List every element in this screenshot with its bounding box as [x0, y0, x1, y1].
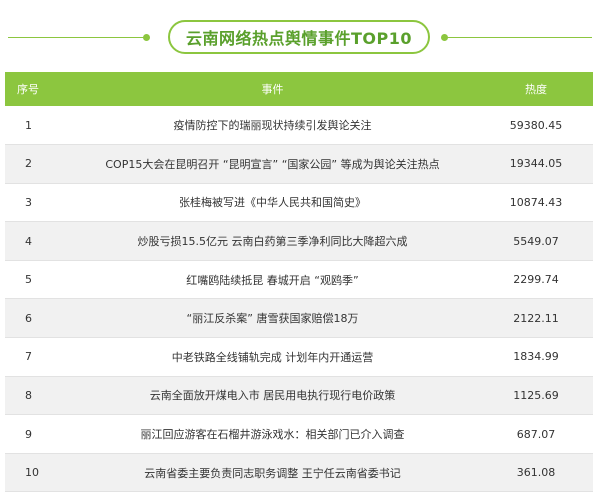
table-header-row: 序号 事件 热度: [5, 72, 593, 106]
column-header-event: 事件: [261, 83, 284, 96]
row-heat: 5549.07: [513, 234, 559, 248]
row-heat: 19344.05: [509, 157, 563, 171]
row-event: “丽江反杀案” 唐雪获国家赔偿18万: [186, 312, 359, 326]
row-no: 9: [25, 427, 32, 441]
title-divider-right: [444, 37, 592, 38]
row-heat: 10874.43: [509, 195, 563, 209]
table-row: 3 张桂梅被写进《中华人民共和国简史》 10874.43: [5, 183, 593, 222]
row-heat: 687.07: [516, 427, 556, 441]
row-event: 云南省委主要负责同志职务调整 王宁任云南省委书记: [144, 466, 401, 480]
row-event: COP15大会在昆明召开 “昆明宣言” “国家公园” 等成为舆论关注热点: [105, 157, 440, 171]
table-row: 7 中老铁路全线铺轨完成 计划年内开通运营 1834.99: [5, 337, 593, 377]
row-heat: 1125.69: [513, 388, 559, 402]
row-event: 中老铁路全线铺轨完成 计划年内开通运营: [171, 350, 374, 364]
title-bar: 云南网络热点舆情事件TOP10: [0, 0, 600, 72]
table-row: 6 “丽江反杀案” 唐雪获国家赔偿18万 2122.11: [5, 298, 593, 338]
row-event: 丽江回应游客在石榴井游泳戏水：相关部门已介入调查: [140, 428, 405, 442]
row-event: 云南全面放开煤电入市 居民用电执行现行电价政策: [149, 389, 396, 403]
table-row: 2 COP15大会在昆明召开 “昆明宣言” “国家公园” 等成为舆论关注热点 1…: [5, 144, 593, 184]
table-row: 9 丽江回应游客在石榴井游泳戏水：相关部门已介入调查 687.07: [5, 414, 593, 454]
table-row: 5 红嘴鸥陆续抵昆 春城开启 “观鸥季” 2299.74: [5, 260, 593, 299]
row-no: 3: [25, 195, 32, 209]
row-no: 7: [25, 350, 32, 364]
column-header-heat: 热度: [525, 83, 547, 96]
hot-events-table: 序号 事件 热度 1 疫情防控下的瑞丽现状持续引发舆论关注 59380.45 2…: [5, 72, 593, 492]
row-event: 张桂梅被写进《中华人民共和国简史》: [179, 196, 366, 210]
row-event: 炒股亏损15.5亿元 云南白药第三季净利同比大降超六成: [137, 235, 408, 249]
title-divider-left: [8, 37, 146, 38]
column-header-no: 序号: [17, 83, 39, 96]
table-row: 4 炒股亏损15.5亿元 云南白药第三季净利同比大降超六成 5549.07: [5, 221, 593, 261]
row-no: 1: [25, 118, 32, 132]
title-dot-left: [143, 34, 150, 41]
page-title: 云南网络热点舆情事件TOP10: [168, 20, 430, 54]
table-row: 1 疫情防控下的瑞丽现状持续引发舆论关注 59380.45: [5, 106, 593, 145]
row-heat: 361.08: [516, 466, 556, 480]
table-row: 10 云南省委主要负责同志职务调整 王宁任云南省委书记 361.08: [5, 453, 593, 492]
row-no: 2: [25, 157, 32, 171]
row-no: 4: [25, 234, 32, 248]
row-no: 10: [25, 466, 39, 480]
row-heat: 2299.74: [513, 273, 559, 287]
row-no: 6: [25, 311, 32, 325]
row-heat: 59380.45: [509, 118, 563, 132]
table-row: 8 云南全面放开煤电入市 居民用电执行现行电价政策 1125.69: [5, 376, 593, 415]
row-no: 8: [25, 388, 32, 402]
row-heat: 2122.11: [513, 311, 559, 325]
row-no: 5: [25, 273, 32, 287]
row-heat: 1834.99: [513, 350, 559, 364]
row-event: 疫情防控下的瑞丽现状持续引发舆论关注: [173, 119, 372, 133]
row-event: 红嘴鸥陆续抵昆 春城开启 “观鸥季”: [186, 273, 359, 287]
